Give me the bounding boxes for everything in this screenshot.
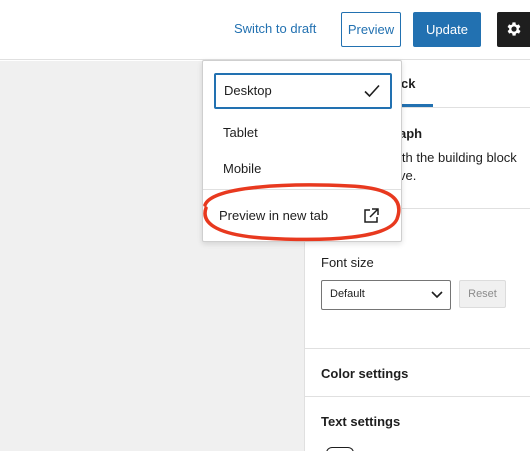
reset-button[interactable]: Reset [459,280,506,308]
preview-option-label: Mobile [223,161,262,176]
external-link-icon [364,208,379,223]
switch-to-draft-button[interactable]: Switch to draft [226,12,324,46]
block-description: ith the building block ve. [399,149,530,185]
section-divider [305,348,530,349]
gear-icon [507,22,521,36]
preview-option-label: Desktop [224,83,272,98]
section-divider [305,396,530,397]
preview-option-label: Tablet [223,125,258,140]
check-icon [364,84,380,98]
tab-block[interactable]: ck [401,61,433,107]
preview-option-desktop[interactable]: Desktop [214,73,392,109]
color-settings-panel-toggle[interactable]: Color settings [321,366,408,381]
font-size-label: Font size [321,255,374,270]
preview-in-new-tab-label: Preview in new tab [219,208,329,223]
preview-in-new-tab-item[interactable]: Preview in new tab [215,199,391,233]
preview-option-tablet[interactable]: Tablet [215,116,391,150]
font-size-select[interactable]: Default [321,280,451,310]
preview-option-mobile[interactable]: Mobile [215,152,391,186]
chevron-down-icon [431,291,443,299]
font-size-value: Default [330,288,365,300]
block-title: aph [399,126,423,141]
toggle-switch[interactable] [326,447,354,451]
preview-dropdown-menu: Desktop Tablet Mobile Preview in new tab [202,60,402,242]
block-description-line-2: ve. [399,168,417,183]
preview-button[interactable]: Preview [341,12,401,47]
menu-divider [203,189,401,190]
settings-button[interactable] [497,12,530,47]
text-settings-panel-toggle[interactable]: Text settings [321,414,400,429]
block-description-line-1: ith the building block [399,150,517,165]
editor-header: Switch to draft Preview Update [0,0,530,60]
update-button[interactable]: Update [413,12,481,47]
